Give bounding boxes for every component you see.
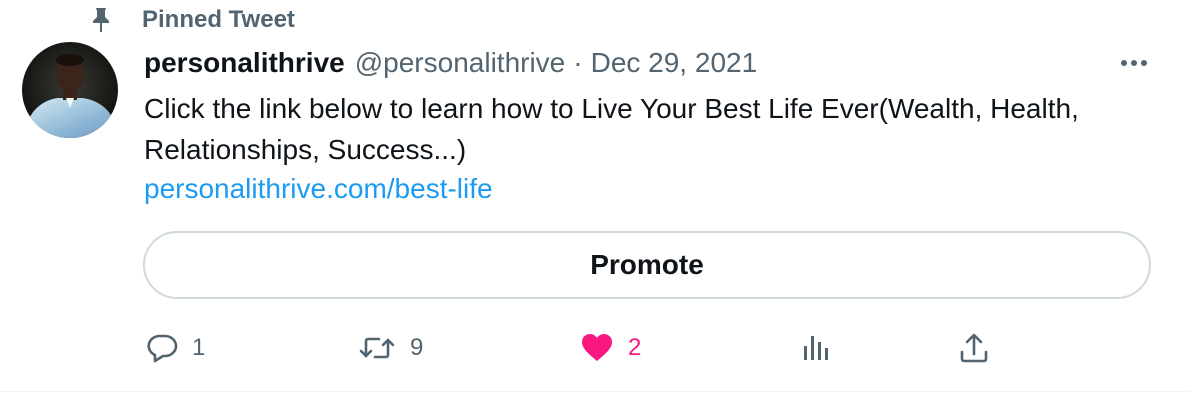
pinned-tweet[interactable]: Pinned Tweet personalithrive @personalit… xyxy=(0,0,1190,392)
tweet-link[interactable]: personalithrive.com/best-life xyxy=(144,168,493,209)
separator-dot: · xyxy=(573,47,583,78)
promote-label: Promote xyxy=(590,249,704,280)
pin-icon xyxy=(90,7,112,32)
reply-count: 1 xyxy=(192,334,206,361)
reply-button[interactable]: 1 xyxy=(146,330,205,366)
pinned-indicator: Pinned Tweet xyxy=(90,4,295,34)
tweet-date[interactable]: Dec 29, 2021 xyxy=(591,47,758,79)
share-button[interactable] xyxy=(958,330,990,366)
display-name[interactable]: personalithrive xyxy=(144,47,345,79)
tweet-divider xyxy=(0,391,1190,392)
retweet-icon xyxy=(359,337,395,359)
retweet-button[interactable]: 9 xyxy=(358,330,423,366)
like-button[interactable]: 2 xyxy=(580,330,641,366)
pinned-label: Pinned Tweet xyxy=(142,6,295,33)
analytics-icon xyxy=(804,336,828,360)
reply-icon xyxy=(147,334,178,363)
user-handle[interactable]: @personalithrive xyxy=(355,47,566,79)
tweet-header: personalithrive @personalithrive · Dec 2… xyxy=(144,44,757,82)
promote-button[interactable]: Promote xyxy=(143,231,1151,299)
retweet-count: 9 xyxy=(410,334,424,361)
more-icon xyxy=(1121,60,1147,66)
share-icon xyxy=(960,333,988,363)
like-count: 2 xyxy=(628,334,642,361)
avatar[interactable] xyxy=(22,42,118,138)
analytics-button[interactable] xyxy=(802,330,832,366)
tweet-text: Click the link below to learn how to Liv… xyxy=(144,93,1079,165)
more-options-button[interactable] xyxy=(1114,48,1154,78)
heart-icon xyxy=(582,334,612,361)
